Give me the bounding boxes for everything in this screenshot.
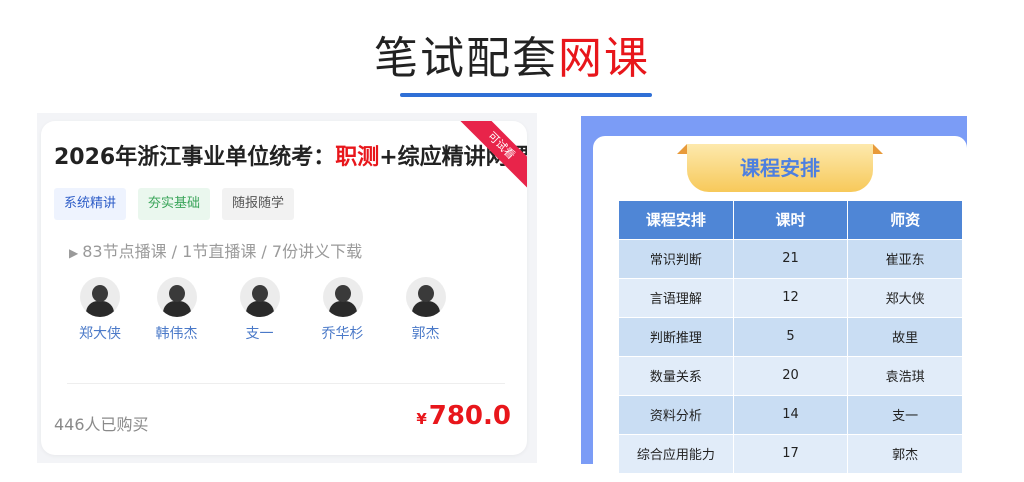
table-cell: 判断推理 — [619, 316, 734, 356]
table-cell: 崔亚东 — [847, 238, 962, 278]
teacher-name: 郭杰 — [411, 326, 440, 342]
table-header-row: 课程安排 课时 师资 — [619, 201, 962, 239]
play-triangle-icon: ▶ — [69, 246, 79, 260]
page: 笔试配套网课 2026年浙江事业单位统考：职测+综应精讲网课 可试看 系统精讲 … — [0, 0, 1024, 482]
schedule-banner-label: 课程安排 — [740, 156, 820, 180]
teacher-item[interactable]: 支一 — [218, 277, 301, 343]
teacher-list: 郑大侠 韩伟杰 支一 乔华杉 郭杰 — [65, 277, 467, 343]
price-symbol: ¥ — [416, 410, 427, 428]
course-tags: 系统精讲 夯实基础 随报随学 — [54, 188, 295, 220]
course-tag: 系统精讲 — [54, 188, 127, 220]
page-title-main: 笔试配套 — [374, 33, 558, 84]
avatar — [322, 277, 363, 317]
schedule-card: 课程安排 课程安排 课时 师资 常识判断 21 崔亚东 言语理解 12 郑大侠 … — [593, 136, 967, 473]
course-card[interactable]: 2026年浙江事业单位统考：职测+综应精讲网课 可试看 系统精讲 夯实基础 随报… — [41, 121, 527, 455]
course-tag: 随报随学 — [222, 188, 295, 220]
column-header: 师资 — [847, 201, 962, 239]
teacher-name: 韩伟杰 — [155, 326, 198, 342]
avatar — [405, 277, 446, 317]
lesson-summary-text: 83节点播课 / 1节直播课 / 7份讲义下载 — [82, 242, 363, 261]
table-cell: 常识判断 — [619, 238, 734, 278]
title-underline — [400, 93, 652, 97]
price-value: 780.0 — [428, 401, 511, 431]
teacher-name: 乔华杉 — [321, 326, 364, 342]
lesson-summary: ▶ 83节点播课 / 1节直播课 / 7份讲义下载 — [69, 238, 362, 262]
table-row: 数量关系 20 袁浩琪 — [619, 355, 962, 395]
course-title-prefix: 2026年浙江事业单位统考： — [54, 145, 336, 170]
schedule-banner: 课程安排 — [677, 144, 883, 192]
table-cell: 21 — [733, 238, 849, 278]
divider — [67, 383, 505, 384]
teacher-name: 郑大侠 — [79, 326, 121, 342]
column-header: 课时 — [733, 201, 849, 239]
course-title[interactable]: 2026年浙江事业单位统考：职测+综应精讲网课 — [54, 139, 527, 171]
course-section: 2026年浙江事业单位统考：职测+综应精讲网课 可试看 系统精讲 夯实基础 随报… — [37, 113, 537, 463]
table-cell: 17 — [733, 433, 849, 473]
table-cell: 支一 — [847, 394, 962, 434]
table-row: 综合应用能力 17 郭杰 — [619, 433, 962, 473]
table-row: 言语理解 12 郑大侠 — [619, 277, 962, 317]
teacher-item[interactable]: 郑大侠 — [65, 277, 135, 343]
table-cell: 言语理解 — [619, 277, 734, 317]
buyer-count: 446人已购买 — [54, 415, 149, 434]
course-title-highlight: 职测 — [335, 145, 380, 170]
column-header: 课程安排 — [619, 201, 734, 239]
page-title-accent: 网课 — [558, 33, 650, 84]
schedule-panel: 课程安排 课程安排 课时 师资 常识判断 21 崔亚东 言语理解 12 郑大侠 … — [581, 116, 967, 473]
table-cell: 5 — [733, 316, 849, 356]
table-cell: 故里 — [847, 316, 962, 356]
table-cell: 12 — [733, 277, 849, 317]
schedule-table: 课程安排 课时 师资 常识判断 21 崔亚东 言语理解 12 郑大侠 判断推理 … — [619, 201, 962, 473]
table-cell: 郭杰 — [847, 433, 962, 473]
avatar — [80, 277, 120, 317]
teacher-name: 支一 — [245, 326, 274, 342]
table-cell: 郑大侠 — [847, 277, 962, 317]
page-title: 笔试配套网课 — [0, 22, 1024, 86]
teacher-item[interactable]: 乔华杉 — [301, 277, 384, 343]
table-cell: 数量关系 — [619, 355, 734, 395]
course-tag: 夯实基础 — [138, 188, 211, 220]
avatar — [239, 277, 280, 317]
teacher-item[interactable]: 郭杰 — [384, 277, 467, 343]
table-cell: 14 — [733, 394, 849, 434]
table-row: 判断推理 5 故里 — [619, 316, 962, 356]
avatar — [156, 277, 197, 317]
table-row: 资料分析 14 支一 — [619, 394, 962, 434]
table-cell: 袁浩琪 — [847, 355, 962, 395]
course-price: ¥780.0 — [416, 401, 511, 431]
teacher-item[interactable]: 韩伟杰 — [135, 277, 218, 343]
table-row: 常识判断 21 崔亚东 — [619, 238, 962, 278]
table-cell: 资料分析 — [619, 394, 734, 434]
table-cell: 20 — [733, 355, 849, 395]
table-cell: 综合应用能力 — [619, 433, 734, 473]
